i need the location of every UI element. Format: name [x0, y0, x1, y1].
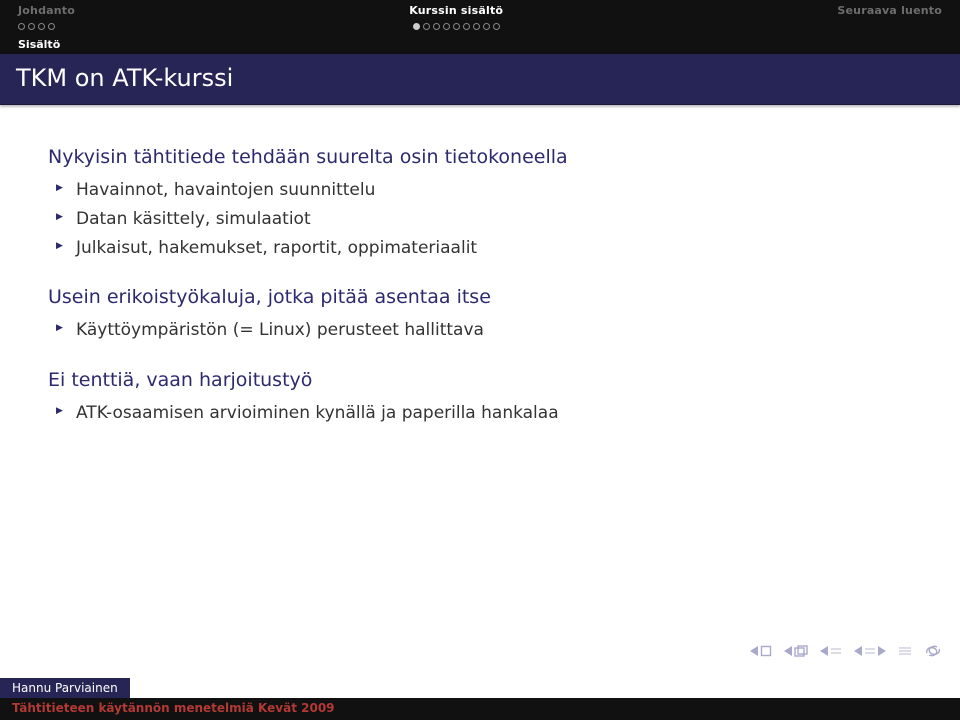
triangle-left-icon: [750, 646, 758, 656]
frame-icon: [760, 645, 772, 657]
nav-prev-slide-button[interactable]: [750, 645, 772, 657]
nav-prev-section-button[interactable]: [784, 645, 808, 657]
list-item: Havainnot, havaintojen suunnittelu: [48, 179, 928, 202]
block-list: ATK-osaamisen arvioiminen kynällä ja pap…: [48, 402, 928, 425]
block-lead: Nykyisin tähtitiede tehdään suurelta osi…: [48, 145, 928, 171]
slide-nav-toolbar: [750, 644, 942, 658]
slide-title: TKM on ATK-kurssi: [16, 64, 944, 92]
content-block-0: Nykyisin tähtitiede tehdään suurelta osi…: [48, 145, 928, 259]
progress-dots-seuraava-luento: [935, 21, 942, 31]
slide-content: Nykyisin tähtitiede tehdään suurelta osi…: [0, 105, 960, 461]
progress-dots-johdanto: [18, 21, 55, 31]
list-item: Käyttöympäristön (= Linux) perusteet hal…: [48, 319, 928, 342]
footer-author: Hannu Parviainen: [0, 678, 130, 698]
header-nav: Johdanto Kurssin sisältö Seuraava luento: [0, 0, 960, 34]
header-subsection: Sisältö: [0, 34, 960, 54]
triple-line-icon: [898, 646, 912, 656]
nav-next-item-button[interactable]: [854, 646, 886, 656]
content-block-2: Ei tenttiä, vaan harjoitustyö ATK-osaami…: [48, 368, 928, 425]
triangle-left-icon: [784, 646, 792, 656]
lines-icon: [830, 646, 842, 656]
block-lead: Ei tenttiä, vaan harjoitustyö: [48, 368, 928, 394]
subsection-label: Sisältö: [18, 38, 60, 51]
triangle-left-icon: [854, 646, 862, 656]
list-item: Julkaisut, hakemukset, raportit, oppimat…: [48, 237, 928, 260]
triangle-right-icon: [878, 646, 886, 656]
progress-dots-kurssin-sisalto: [413, 21, 500, 31]
lines-icon: [864, 646, 876, 656]
loop-icon: [924, 644, 942, 658]
nav-mode-button[interactable]: [898, 646, 912, 656]
list-item: Datan käsittely, simulaatiot: [48, 208, 928, 231]
slide-footer: Hannu Parviainen Tähtitieteen käytännön …: [0, 678, 960, 720]
nav-section-kurssin-sisalto[interactable]: Kurssin sisältö: [75, 4, 837, 31]
nav-label-johdanto: Johdanto: [18, 4, 75, 18]
block-lead: Usein erikoistyökaluja, jotka pitää asen…: [48, 285, 928, 311]
nav-label-seuraava-luento: Seuraava luento: [837, 4, 942, 18]
triangle-left-icon: [820, 646, 828, 656]
nav-section-johdanto[interactable]: Johdanto: [18, 4, 75, 31]
slide-title-band: TKM on ATK-kurssi: [0, 54, 960, 105]
nav-prev-item-button[interactable]: [820, 646, 842, 656]
content-block-1: Usein erikoistyökaluja, jotka pitää asen…: [48, 285, 928, 342]
nav-replay-button[interactable]: [924, 644, 942, 658]
block-list: Käyttöympäristön (= Linux) perusteet hal…: [48, 319, 928, 342]
nav-label-kurssin-sisalto: Kurssin sisältö: [409, 4, 503, 18]
block-list: Havainnot, havaintojen suunnittelu Datan…: [48, 179, 928, 260]
list-item: ATK-osaamisen arvioiminen kynällä ja pap…: [48, 402, 928, 425]
footer-course-title: Tähtitieteen käytännön menetelmiä Kevät …: [0, 698, 960, 720]
nav-section-seuraava-luento[interactable]: Seuraava luento: [837, 4, 942, 31]
stacked-frame-icon: [794, 645, 808, 657]
